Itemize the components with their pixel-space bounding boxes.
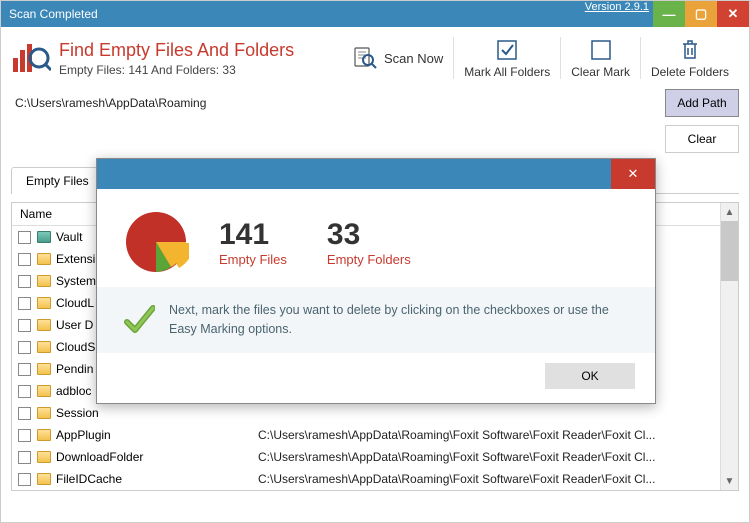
vertical-scrollbar[interactable]: ▲ ▼ <box>720 203 738 490</box>
hint-text: Next, mark the files you want to delete … <box>169 301 629 339</box>
row-name: System <box>56 274 96 288</box>
scan-now-label: Scan Now <box>384 51 443 66</box>
empty-files-count: 141 <box>219 218 287 252</box>
window-titlebar: Scan Completed Version 2.9.1 — ▢ ✕ <box>1 1 749 27</box>
row-checkbox[interactable] <box>18 297 31 310</box>
scroll-down-arrow[interactable]: ▼ <box>721 472 738 490</box>
folder-icon <box>37 275 51 287</box>
mark-all-label: Mark All Folders <box>464 65 550 79</box>
folder-icon <box>37 253 51 265</box>
folder-icon <box>37 429 51 441</box>
empty-folders-stat: 33 Empty Folders <box>327 218 411 267</box>
row-path: C:\Users\ramesh\AppData\Roaming\Foxit So… <box>252 450 720 464</box>
mark-all-folders-button[interactable]: Mark All Folders <box>453 37 560 79</box>
check-square-icon <box>494 37 520 63</box>
close-button[interactable]: ✕ <box>717 1 749 27</box>
row-checkbox[interactable] <box>18 473 31 486</box>
row-name: Extensi <box>56 252 95 266</box>
row-checkbox[interactable] <box>18 231 31 244</box>
current-path: C:\Users\ramesh\AppData\Roaming <box>11 90 665 116</box>
table-row[interactable]: FileIDCache C:\Users\ramesh\AppData\Roami… <box>12 468 720 490</box>
row-path: C:\Users\ramesh\AppData\Roaming\Foxit So… <box>252 428 720 442</box>
scan-icon <box>352 44 378 70</box>
app-title: Find Empty Files And Folders <box>59 40 294 61</box>
row-checkbox[interactable] <box>18 275 31 288</box>
row-name: FileIDCache <box>56 472 122 486</box>
row-name: Session <box>56 406 99 420</box>
empty-square-icon <box>588 37 614 63</box>
row-checkbox[interactable] <box>18 451 31 464</box>
row-checkbox[interactable] <box>18 429 31 442</box>
delete-folders-label: Delete Folders <box>651 65 729 79</box>
folder-icon <box>37 319 51 331</box>
folder-icon <box>37 363 51 375</box>
row-checkbox[interactable] <box>18 385 31 398</box>
empty-folders-count: 33 <box>327 218 411 252</box>
folder-icon <box>37 297 51 309</box>
row-checkbox[interactable] <box>18 253 31 266</box>
dialog-close-button[interactable]: ✕ <box>611 159 655 189</box>
folder-icon <box>37 451 51 463</box>
folder-icon <box>37 473 51 485</box>
app-subtitle: Empty Files: 141 And Folders: 33 <box>59 63 294 77</box>
scan-now-button[interactable]: Scan Now <box>342 37 453 79</box>
row-checkbox[interactable] <box>18 319 31 332</box>
table-row[interactable]: DownloadFolder C:\Users\ramesh\AppData\Ro… <box>12 446 720 468</box>
tab-empty-files[interactable]: Empty Files <box>11 167 104 194</box>
window-controls: Version 2.9.1 — ▢ ✕ <box>585 1 749 27</box>
row-name: Vault <box>56 230 82 244</box>
ok-button[interactable]: OK <box>545 363 635 389</box>
row-name: DownloadFolder <box>56 450 143 464</box>
row-checkbox[interactable] <box>18 407 31 420</box>
version-label[interactable]: Version 2.9.1 <box>585 1 649 27</box>
scroll-thumb[interactable] <box>721 221 738 281</box>
maximize-button[interactable]: ▢ <box>685 1 717 27</box>
table-row[interactable]: AppPlugin C:\Users\ramesh\AppData\Roaming… <box>12 424 720 446</box>
row-name: CloudS <box>56 340 95 354</box>
empty-folders-label: Empty Folders <box>327 252 411 267</box>
row-path: C:\Users\ramesh\AppData\Roaming\Foxit So… <box>252 472 720 486</box>
main-toolbar: Find Empty Files And Folders Empty Files… <box>1 27 749 87</box>
empty-files-stat: 141 Empty Files <box>219 218 287 267</box>
row-checkbox[interactable] <box>18 341 31 354</box>
empty-files-label: Empty Files <box>219 252 287 267</box>
row-name: AppPlugin <box>56 428 111 442</box>
app-logo-block: Find Empty Files And Folders Empty Files… <box>11 37 294 79</box>
scroll-up-arrow[interactable]: ▲ <box>721 203 738 221</box>
pie-chart-icon <box>123 209 189 275</box>
row-name: adbloc <box>56 384 91 398</box>
path-bar: C:\Users\ramesh\AppData\Roaming Add Path <box>1 87 749 119</box>
window-title: Scan Completed <box>9 7 98 21</box>
row-name: User D <box>56 318 93 332</box>
app-logo-icon <box>11 38 51 78</box>
minimize-button[interactable]: — <box>653 1 685 27</box>
checkmark-icon <box>123 304 155 336</box>
folder-icon <box>37 385 51 397</box>
dialog-hint: Next, mark the files you want to delete … <box>97 287 655 353</box>
clear-mark-button[interactable]: Clear Mark <box>560 37 640 79</box>
row-name: Pendin <box>56 362 93 376</box>
table-row[interactable]: Session <box>12 402 720 424</box>
folder-icon <box>37 341 51 353</box>
clear-mark-label: Clear Mark <box>571 65 630 79</box>
trash-icon <box>677 37 703 63</box>
scan-results-dialog: ✕ 141 Empty Files 33 Empty Folders Ne <box>96 158 656 404</box>
row-name: CloudL <box>56 296 94 310</box>
clear-path-button[interactable]: Clear <box>665 125 739 153</box>
folder-icon <box>37 407 51 419</box>
folder-icon <box>37 231 51 243</box>
delete-folders-button[interactable]: Delete Folders <box>640 37 739 79</box>
row-checkbox[interactable] <box>18 363 31 376</box>
add-path-button[interactable]: Add Path <box>665 89 739 117</box>
dialog-titlebar: ✕ <box>97 159 655 189</box>
